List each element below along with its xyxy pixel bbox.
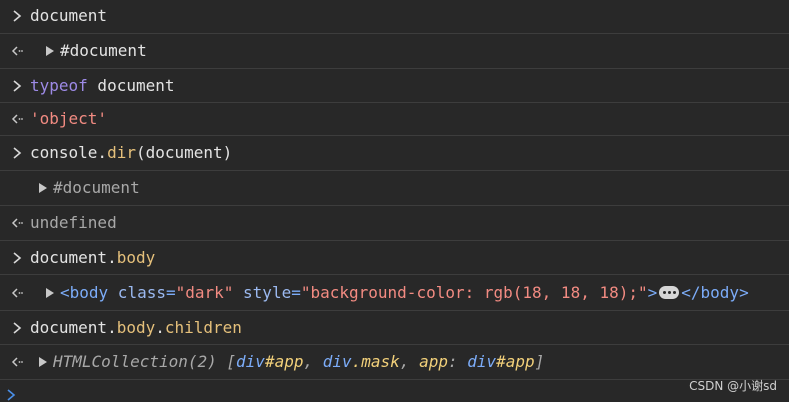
output-return-arrow-icon xyxy=(11,46,23,56)
expander-label: #document xyxy=(53,178,140,197)
output-return-arrow-icon xyxy=(11,218,23,228)
expand-triangle-icon[interactable] xyxy=(39,182,47,193)
item-key: app xyxy=(419,352,448,371)
console-input-row: console.dir(document) xyxy=(0,136,789,171)
collapsed-children-ellipsis-icon[interactable] xyxy=(659,286,680,299)
document-node-expander[interactable]: #document xyxy=(39,178,140,197)
console-input-row: document.body xyxy=(0,241,789,275)
input-object: console. xyxy=(30,143,108,162)
input-object: document. xyxy=(30,318,117,337)
output-return-arrow-icon xyxy=(11,357,23,367)
input-chevron-icon xyxy=(13,80,22,92)
input-method: dir xyxy=(107,143,136,162)
output-return-arrow-icon xyxy=(11,114,23,124)
expand-triangle-icon[interactable] xyxy=(46,287,54,298)
expand-triangle-icon[interactable] xyxy=(39,356,47,367)
bracket-close: ] xyxy=(534,352,545,371)
collection-type: HTMLCollection(2) xyxy=(53,352,217,371)
attr-style-name: style xyxy=(233,283,292,302)
input-chevron-icon xyxy=(13,322,22,334)
prompt-chevron-icon xyxy=(7,389,16,401)
input-property: body xyxy=(116,318,156,337)
tag-close-bracket: > xyxy=(647,283,658,302)
input-property: children xyxy=(164,318,242,337)
input-chevron-icon xyxy=(13,252,22,264)
item-id: #app xyxy=(264,352,304,371)
attr-style-value: "background-color: rgb(18, 18, 18);" xyxy=(300,283,648,302)
console-input-row: document.body.children xyxy=(0,311,789,345)
input-chevron-icon xyxy=(13,147,22,159)
attr-class-value: "dark" xyxy=(175,283,234,302)
console-output-row: <body class="dark" style="background-col… xyxy=(0,275,789,311)
item-tag: div xyxy=(322,352,352,371)
attr-equals: = xyxy=(165,283,176,302)
output-undefined-value: undefined xyxy=(30,213,117,232)
item-id: #app xyxy=(496,352,535,371)
input-operand: document xyxy=(87,76,175,95)
expand-triangle-icon[interactable] xyxy=(46,45,54,56)
tag-open: <body xyxy=(60,283,109,302)
console-input-text: document.body.children xyxy=(30,318,242,337)
console-prompt-row[interactable] xyxy=(0,380,789,402)
tag-end: </body> xyxy=(681,283,749,302)
console-input-text: document xyxy=(30,6,108,25)
console-input-text: typeof document xyxy=(30,76,175,95)
console-output-row: undefined xyxy=(0,206,789,241)
colon: : xyxy=(447,352,468,371)
item-tag: div xyxy=(467,352,497,371)
input-property: body xyxy=(116,248,156,267)
separator: , xyxy=(303,352,323,371)
attr-class-name: class xyxy=(108,283,166,302)
bracket-open: [ xyxy=(216,352,237,371)
body-element-expander[interactable]: <body class="dark" style="background-col… xyxy=(46,283,749,302)
console-output-row: HTMLCollection(2) [div#app, div.mask, ap… xyxy=(0,345,789,380)
console-input-row: typeof document xyxy=(0,69,789,103)
input-object: document. xyxy=(30,248,117,267)
document-node-expander[interactable]: #document xyxy=(46,41,147,60)
console-input-row: document xyxy=(0,0,789,34)
separator: , xyxy=(399,352,420,371)
input-args: (document) xyxy=(135,143,233,162)
output-string-value: 'object' xyxy=(30,109,108,128)
input-chevron-icon xyxy=(13,10,22,22)
attr-equals: = xyxy=(291,283,301,302)
console-output-row: 'object' xyxy=(0,103,789,136)
watermark: CSDN @小谢sd xyxy=(689,379,777,393)
console-input-text: document.body xyxy=(30,248,155,267)
input-dot: . xyxy=(155,318,165,337)
item-class: .mask xyxy=(351,352,400,371)
htmlcollection-expander[interactable]: HTMLCollection(2) [div#app, div.mask, ap… xyxy=(39,352,544,371)
console-input-text: console.dir(document) xyxy=(30,143,232,162)
output-return-arrow-icon xyxy=(11,288,23,298)
console-output-row: #document xyxy=(0,34,789,69)
console-log-row: #document xyxy=(0,171,789,206)
expander-label: #document xyxy=(60,41,147,60)
keyword-typeof: typeof xyxy=(30,76,88,95)
item-tag: div xyxy=(236,352,265,371)
